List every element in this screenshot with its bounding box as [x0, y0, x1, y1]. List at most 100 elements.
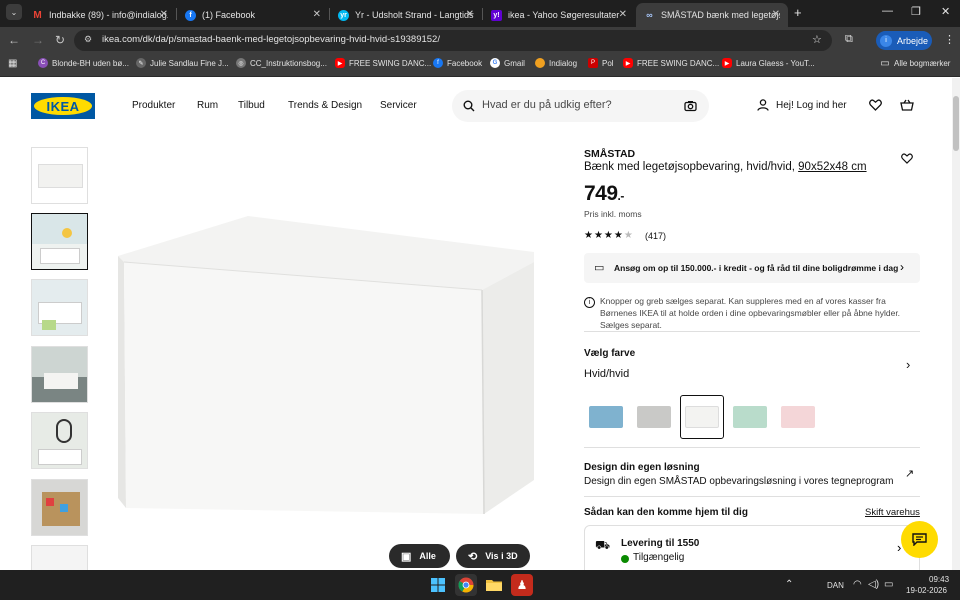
tab-ikea-active[interactable]: ∞ SMÅSTAD bænk med legetøjsop ✕: [636, 3, 788, 27]
nav-produkter[interactable]: Produkter: [132, 100, 175, 111]
favorite-heart-icon[interactable]: [901, 153, 913, 164]
bookmark-item[interactable]: ▶ FREE SWING DANC...: [623, 58, 719, 68]
site-info-icon[interactable]: ⚙: [84, 34, 92, 45]
google-icon: G: [490, 58, 500, 68]
heart-icon[interactable]: [869, 99, 882, 111]
language-indicator[interactable]: DAN: [827, 581, 844, 590]
start-button[interactable]: [427, 574, 449, 596]
window-close-button[interactable]: ✕: [941, 5, 950, 18]
extensions-icon[interactable]: ⧉: [845, 33, 853, 46]
external-link-icon[interactable]: ↗: [905, 467, 914, 480]
color-swatch-white-selected[interactable]: [680, 395, 724, 439]
nav-servicer[interactable]: Servicer: [380, 100, 417, 111]
chevron-right-icon[interactable]: ›: [906, 357, 910, 372]
gallery-thumbnail[interactable]: [31, 479, 88, 536]
product-size-link[interactable]: 90x52x48 cm: [798, 161, 866, 173]
minimize-button[interactable]: —: [882, 5, 893, 17]
close-icon[interactable]: ✕: [619, 9, 627, 20]
tab-facebook[interactable]: f (1) Facebook ✕: [177, 3, 329, 27]
restore-button[interactable]: ❐: [911, 5, 921, 18]
all-images-button[interactable]: ▣ Alle: [389, 544, 450, 568]
new-tab-button[interactable]: +: [794, 5, 802, 20]
color-swatch-pink[interactable]: [776, 395, 820, 439]
tab-label: SMÅSTAD bænk med legetøjsop: [661, 10, 780, 20]
tab-yr[interactable]: yr Yr - Udsholt Strand - Langtidsv ✕: [330, 3, 482, 27]
close-icon[interactable]: ✕: [160, 9, 168, 20]
apps-grid-icon[interactable]: ▦: [8, 58, 17, 69]
windows-taskbar: ♟ ⌃ DAN ◠ ◁) ▭ 09:43 19-02-2026: [0, 570, 960, 600]
gallery-thumbnail[interactable]: [31, 279, 88, 336]
gallery-thumbnail[interactable]: [31, 147, 88, 204]
chrome-taskbar-button[interactable]: [455, 574, 477, 596]
bookmark-item[interactable]: P Pol: [588, 58, 614, 68]
gallery-thumbnail[interactable]: [31, 545, 88, 570]
credit-banner[interactable]: ▭ Ansøg om op til 150.000.- i kredit - o…: [584, 253, 920, 283]
bookmark-c-icon: C: [38, 58, 48, 68]
close-icon[interactable]: ✕: [772, 9, 780, 20]
scrollbar-thumb[interactable]: [953, 96, 959, 151]
bookmark-item[interactable]: G Gmail: [490, 58, 525, 68]
forward-button[interactable]: →: [32, 33, 44, 47]
search-placeholder: Hvad er du på udkig efter?: [482, 99, 612, 111]
tab-gmail[interactable]: M Indbakke (89) - info@indialog.d ✕: [24, 3, 176, 27]
bookmark-item[interactable]: f Facebook: [433, 58, 482, 68]
view-3d-button[interactable]: ⟲ Vis i 3D: [456, 544, 530, 568]
info-icon: i: [584, 297, 595, 308]
bookmark-item[interactable]: ▶ Laura Glaess - YouT...: [722, 58, 815, 68]
bookmark-item[interactable]: ✎ Julie Sandlau Fine J...: [136, 58, 229, 68]
battery-icon[interactable]: ▭: [884, 579, 893, 590]
rating-stars[interactable]: ★★★★★: [584, 230, 634, 241]
chat-button[interactable]: [901, 521, 938, 558]
wifi-icon[interactable]: ◠: [853, 579, 862, 590]
clock-time[interactable]: 09:43: [929, 575, 949, 584]
nav-trends-design[interactable]: Trends & Design: [288, 100, 362, 111]
ikea-logo[interactable]: IKEA: [31, 93, 95, 119]
nav-rum[interactable]: Rum: [197, 100, 218, 111]
windows-logo-icon: [431, 578, 445, 592]
user-icon[interactable]: [757, 99, 769, 111]
tab-search-button[interactable]: ⌄: [6, 4, 22, 20]
chevron-down-icon: ⌄: [10, 7, 18, 17]
indialog-icon: [535, 58, 545, 68]
review-count[interactable]: (417): [645, 231, 666, 241]
design-heading[interactable]: Design din egen løsning: [584, 462, 700, 473]
profile-avatar-icon: i: [880, 34, 892, 47]
close-icon[interactable]: ✕: [466, 9, 474, 20]
back-button[interactable]: ←: [8, 33, 20, 47]
bookmark-item[interactable]: C Blonde-BH uden bø...: [38, 58, 129, 68]
change-store-link[interactable]: Skift varehus: [865, 507, 920, 518]
volume-icon[interactable]: ◁): [868, 579, 879, 590]
nav-tilbud[interactable]: Tilbud: [238, 100, 265, 111]
file-explorer-button[interactable]: [483, 574, 505, 596]
url-bar[interactable]: ⚙ ikea.com/dk/da/p/smastad-baenk-med-leg…: [74, 30, 832, 51]
profile-button[interactable]: i Arbejde: [876, 31, 932, 50]
bookmark-item[interactable]: ▶ FREE SWING DANC...: [335, 58, 431, 68]
clock-date[interactable]: 19-02-2026: [906, 586, 947, 595]
yr-icon: yr: [338, 9, 349, 21]
bookmark-feather-icon: ✎: [136, 58, 146, 68]
close-icon[interactable]: ✕: [313, 9, 321, 20]
color-swatch-blue[interactable]: [584, 395, 628, 439]
gallery-thumbnail[interactable]: [31, 346, 88, 403]
color-swatch-green[interactable]: [728, 395, 772, 439]
chevron-up-icon[interactable]: ⌃: [785, 579, 793, 590]
basket-icon[interactable]: [900, 99, 914, 111]
bookmark-star-icon[interactable]: ☆: [812, 33, 822, 46]
delivery-option[interactable]: ⛟ Levering til 1550 Tilgængelig ›: [584, 525, 920, 570]
camera-icon[interactable]: [684, 100, 697, 112]
search-input[interactable]: Hvad er du på udkig efter?: [452, 90, 709, 122]
bookmark-item[interactable]: Indialog: [535, 58, 577, 68]
app-taskbar-button[interactable]: ♟: [511, 574, 533, 596]
url-text: ikea.com/dk/da/p/smastad-baenk-med-leget…: [102, 34, 440, 45]
menu-kebab-icon[interactable]: ⋮: [944, 33, 955, 46]
gallery-thumbnail-selected[interactable]: [31, 213, 88, 270]
page-scrollbar[interactable]: [952, 78, 960, 570]
tab-yahoo[interactable]: y! ikea - Yahoo Søgeresultater ✕: [483, 3, 635, 27]
color-swatch-grey[interactable]: [632, 395, 676, 439]
all-bookmarks-folder[interactable]: ▭ Alle bogmærker: [880, 58, 950, 69]
pol-icon: P: [588, 58, 598, 68]
reload-button[interactable]: ↻: [55, 33, 65, 47]
bookmark-item[interactable]: ◎ CC_Instruktionsbog...: [236, 58, 327, 68]
login-link[interactable]: Hej! Log ind her: [776, 100, 847, 111]
gallery-thumbnail[interactable]: [31, 412, 88, 469]
